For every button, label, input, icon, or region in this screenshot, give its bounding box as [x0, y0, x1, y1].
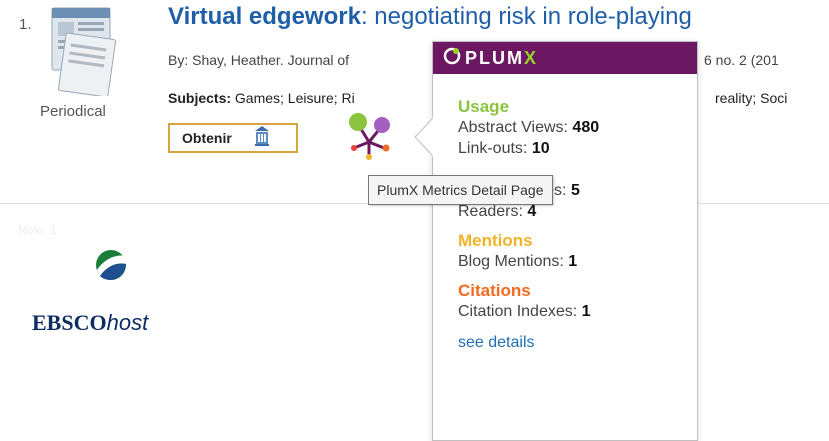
ebsco-bold: EBSCO [32, 310, 107, 335]
metric-blog-mentions: Blog Mentions: 1 [458, 251, 599, 272]
metric-value: 4 [527, 203, 537, 220]
metric-label: Abstract Views: [458, 119, 573, 136]
byline-tail: 6 no. 2 (201 [704, 52, 779, 68]
plumx-logo-text: PLUMX [465, 48, 538, 69]
metric-label: Blog Mentions: [458, 253, 569, 270]
metric-value: 10 [531, 140, 550, 157]
plumx-logo-plum: PLUM [465, 47, 524, 68]
metric-value: 480 [572, 119, 600, 136]
building-icon [254, 125, 270, 152]
obtenir-label: Obtenir [182, 130, 232, 146]
plumx-widget-icon[interactable] [342, 110, 400, 164]
plumx-popup-header: PLUMX [433, 42, 697, 74]
plumx-tooltip: PlumX Metrics Detail Page [368, 175, 553, 205]
plumx-logo-x: X [524, 47, 539, 68]
metric-value: 5 [570, 182, 580, 199]
faint-label: Note: 1 [18, 223, 57, 237]
title-rest-part[interactable]: : negotiating risk in role-playing [361, 3, 692, 30]
mentions-heading: Mentions [458, 231, 533, 250]
metric-abstract-views: Abstract Views: 480 [458, 117, 599, 138]
see-details-link[interactable]: see details [458, 334, 535, 351]
obtenir-button[interactable]: Obtenir [168, 123, 298, 153]
metric-label: Citation Indexes: [458, 303, 582, 320]
metric-label: Readers: [458, 203, 528, 220]
result-title-link[interactable]: Virtual edgework: negotiating risk in ro… [168, 3, 692, 31]
popup-pointer [414, 117, 435, 157]
ebsco-logo-icon [95, 246, 127, 284]
plumx-metrics: Usage Abstract Views: 480 Link-outs: 10 … [458, 97, 599, 352]
title-bold-part[interactable]: Virtual edgework [168, 3, 361, 30]
publication-type-label: Periodical [40, 103, 106, 120]
ebsco-italic: host [106, 310, 149, 335]
metric-label: Link-outs: [458, 140, 532, 157]
metric-citation-indexes: Citation Indexes: 1 [458, 301, 599, 322]
ebsco-host-logo: EBSCOhost [32, 310, 148, 336]
periodical-icon[interactable] [44, 6, 130, 98]
result-number: 1. [19, 16, 32, 33]
subjects-tail: reality; Soci [715, 90, 788, 106]
metric-value: 1 [568, 253, 578, 270]
subjects: Subjects: Games; Leisure; Ri [168, 90, 355, 106]
usage-heading: Usage [458, 97, 510, 116]
metric-value: 1 [581, 303, 591, 320]
citations-heading: Citations [458, 281, 531, 300]
plumx-logo-icon [443, 47, 461, 70]
subjects-label: Subjects: [168, 90, 232, 106]
metric-link-outs: Link-outs: 10 [458, 138, 599, 159]
byline: By: Shay, Heather. Journal of [168, 52, 350, 68]
subjects-value: Games; Leisure; Ri [231, 90, 355, 106]
plumx-popup: PLUMX Usage Abstract Views: 480 Link-out… [432, 41, 698, 441]
